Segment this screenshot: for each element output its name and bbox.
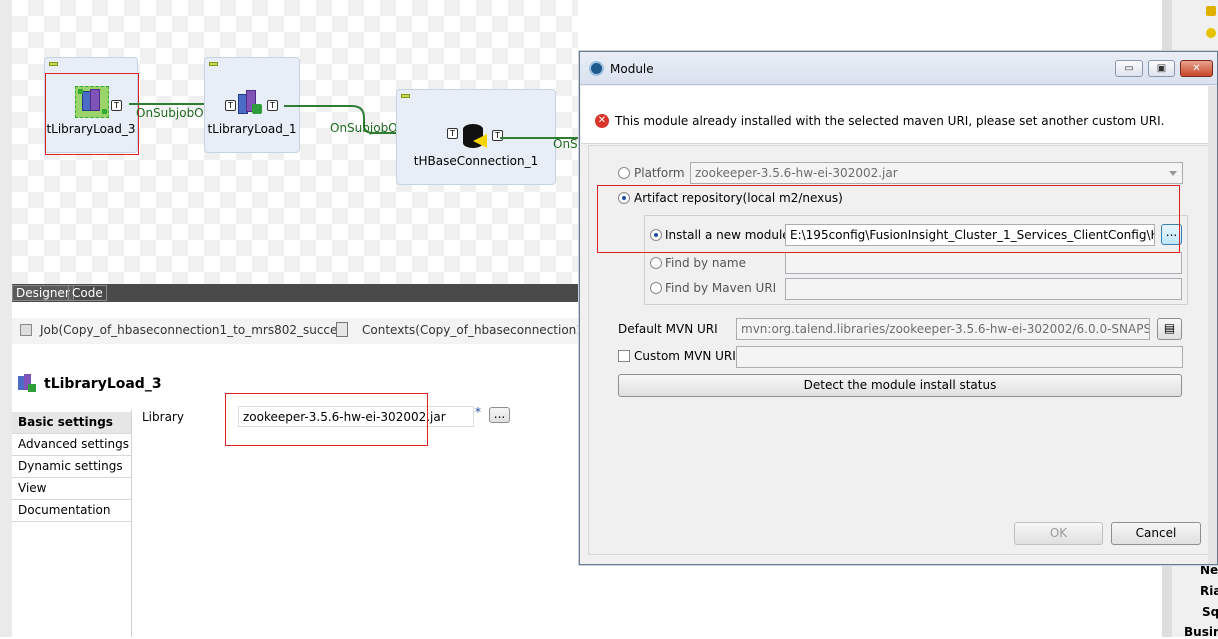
palette-item[interactable]: Sq — [1202, 605, 1218, 619]
palette-item[interactable]: Ne — [1200, 563, 1218, 577]
custom-mvn-label: Custom MVN URI — [634, 349, 736, 363]
collapse-handle[interactable] — [49, 62, 58, 66]
left-strip — [0, 0, 12, 637]
close-button[interactable]: ✕ — [1180, 60, 1213, 77]
link-label: OnSu — [553, 137, 578, 151]
link-label: OnSubjobOk — [330, 121, 405, 135]
tab-job[interactable]: Job(Copy_of_hbaseconnection1_to_mrs802_s… — [40, 323, 349, 337]
nav-view[interactable]: View — [12, 478, 131, 500]
nav-advanced-settings[interactable]: Advanced settings — [12, 434, 131, 456]
platform-select[interactable]: zookeeper-3.5.6-hw-ei-302002.jar — [690, 162, 1183, 184]
highlight-component — [45, 73, 139, 155]
collapse-handle[interactable] — [401, 94, 410, 98]
chevron-down-icon — [1169, 171, 1177, 176]
maximize-button[interactable]: ▣ — [1148, 60, 1175, 77]
custom-mvn-field[interactable] — [736, 346, 1183, 368]
database-icon — [463, 124, 487, 148]
required-marker: * — [475, 405, 481, 419]
component-label: tHBaseConnection_1 — [413, 154, 539, 168]
library-label: Library — [142, 410, 184, 424]
contexts-icon — [336, 322, 348, 337]
highlight-library — [225, 393, 428, 446]
default-mvn-field[interactable]: mvn:org.talend.libraries/zookeeper-3.5.6… — [736, 318, 1150, 340]
job-icon — [20, 324, 32, 336]
dialog-title: Module — [610, 62, 654, 76]
component-title: tLibraryLoad_3 — [44, 376, 162, 392]
tab-designer[interactable]: Designer — [12, 285, 74, 301]
dialog-scrollbar[interactable] — [1208, 86, 1217, 564]
find-name-label: Find by name — [665, 256, 746, 270]
trigger-in-icon[interactable]: T — [447, 128, 458, 139]
warning-icon — [1206, 28, 1216, 38]
nav-documentation[interactable]: Documentation — [12, 500, 131, 522]
nav-dynamic-settings[interactable]: Dynamic settings — [12, 456, 131, 478]
nav-basic-settings[interactable]: Basic settings — [12, 412, 131, 434]
minimize-button[interactable]: ▭ — [1115, 60, 1143, 77]
platform-label: Platform — [634, 166, 685, 180]
talend-app-icon — [589, 61, 604, 76]
cancel-button[interactable]: Cancel — [1111, 522, 1201, 545]
copy-icon[interactable]: ▤ — [1157, 318, 1182, 340]
trigger-in-icon[interactable]: T — [225, 100, 236, 111]
error-icon — [1206, 6, 1216, 16]
trigger-out-icon[interactable]: T — [267, 100, 278, 111]
detect-status-button[interactable]: Detect the module install status — [618, 374, 1182, 397]
collapse-handle[interactable] — [209, 62, 218, 66]
library-load-icon — [238, 90, 262, 116]
find-maven-field[interactable] — [785, 278, 1182, 300]
design-canvas[interactable]: T tLibraryLoad_3 OnSubjobOk T T tLibrary… — [12, 0, 578, 284]
trigger-out-icon[interactable]: T — [492, 130, 503, 141]
message-area: ✕ This module already installed with the… — [581, 86, 1217, 144]
find-maven-label: Find by Maven URI — [665, 281, 777, 295]
custom-mvn-checkbox[interactable] — [618, 350, 630, 362]
view-tab-bar: Job(Copy_of_hbaseconnection1_to_mrs802_s… — [12, 318, 608, 344]
library-browse-button[interactable]: ... — [489, 407, 510, 423]
find-maven-radio[interactable] — [650, 282, 662, 294]
default-mvn-label: Default MVN URI — [618, 322, 718, 336]
editor-tab-bar: Designer Code — [12, 284, 578, 302]
platform-radio[interactable] — [618, 167, 630, 179]
error-message: This module already installed with the s… — [615, 114, 1165, 128]
component-icon — [18, 374, 36, 392]
tab-contexts[interactable]: Contexts(Copy_of_hbaseconnection1_to_ — [362, 323, 608, 337]
link-label: OnSubjobOk — [136, 106, 211, 120]
error-icon: ✕ — [595, 114, 609, 128]
ok-button[interactable]: OK — [1014, 522, 1103, 545]
find-name-field[interactable] — [785, 252, 1182, 274]
highlight-artifact — [597, 185, 1180, 253]
dialog-titlebar[interactable]: Module ▭ ▣ ✕ — [580, 52, 1217, 85]
module-dialog: Module ▭ ▣ ✕ ✕ This module already insta… — [579, 51, 1218, 565]
tab-code[interactable]: Code — [68, 285, 107, 301]
palette-item[interactable]: Ria — [1200, 584, 1218, 598]
find-name-radio[interactable] — [650, 257, 662, 269]
